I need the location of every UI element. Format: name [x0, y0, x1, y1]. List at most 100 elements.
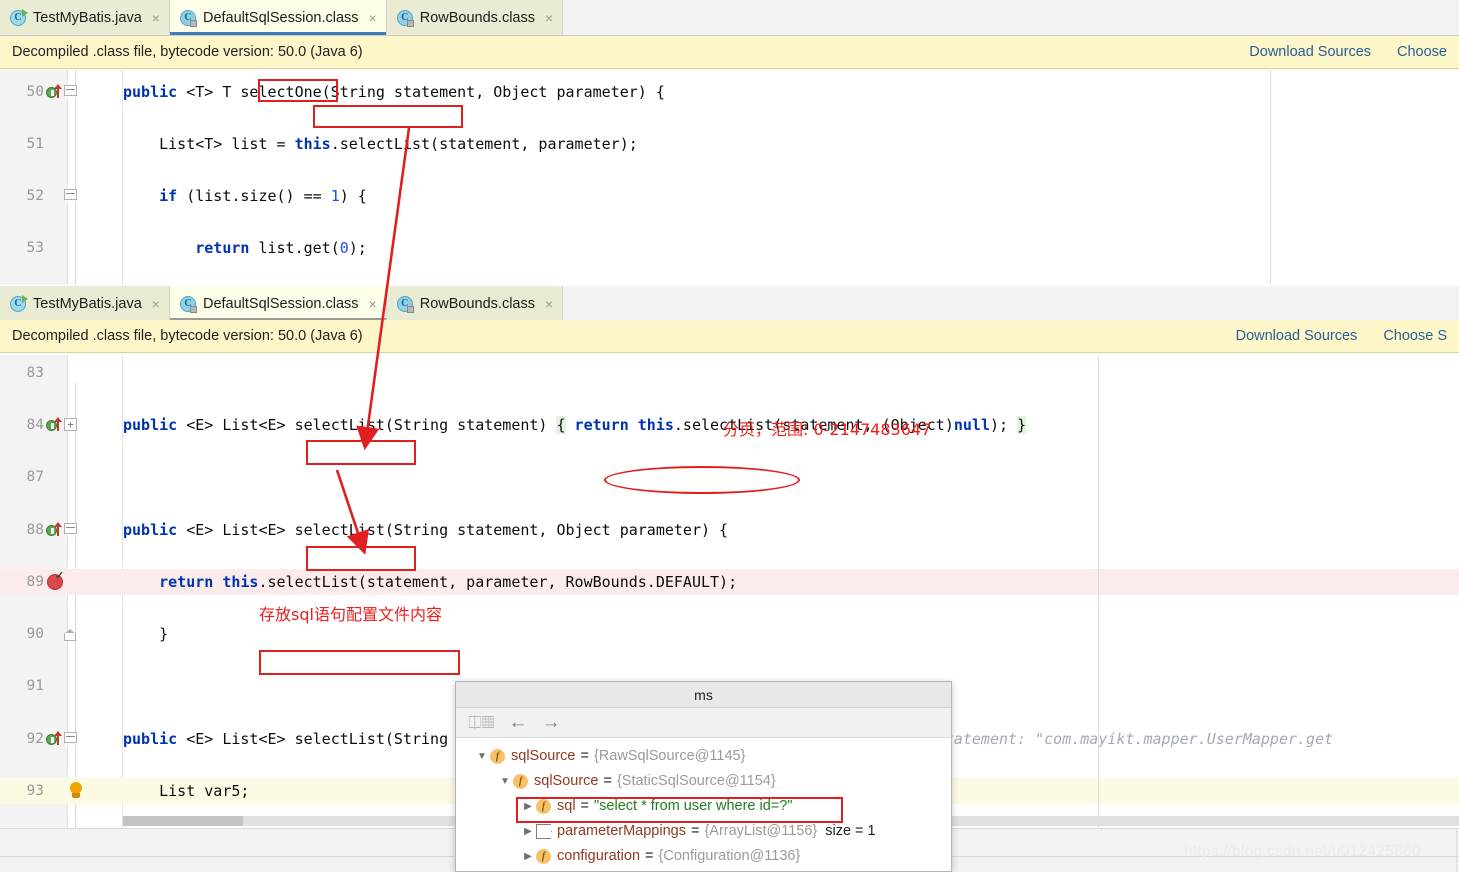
- download-sources-link[interactable]: Download Sources: [1249, 44, 1371, 60]
- code-line[interactable]: 83: [0, 360, 1459, 386]
- equals-sign: =: [580, 798, 590, 814]
- close-icon[interactable]: ×: [152, 296, 160, 312]
- class-file-icon: C: [396, 9, 414, 27]
- code-line[interactable]: 90 }: [0, 621, 1459, 647]
- line-number: 50: [26, 84, 44, 100]
- tree-row[interactable]: ▼ f sqlSource = {StaticSqlSource@1154}: [456, 769, 951, 794]
- tab-label: TestMyBatis.java: [33, 9, 142, 26]
- line-number: 53: [26, 240, 44, 256]
- twisty-icon[interactable]: ▶: [520, 844, 536, 869]
- line-number: 91: [26, 678, 44, 694]
- forward-arrow-icon[interactable]: →: [542, 713, 561, 732]
- popup-toolbar[interactable]: ⎅▦ ← →: [456, 708, 951, 738]
- decompiled-notice: Decompiled .class file, bytecode version…: [12, 44, 363, 60]
- line-number: 92: [26, 731, 44, 747]
- code-text: return this.selectList(statement, parame…: [159, 573, 738, 591]
- tab-label: DefaultSqlSession.class: [202, 9, 359, 26]
- back-arrow-icon[interactable]: ←: [509, 713, 528, 732]
- tab-label: DefaultSqlSession.class: [202, 295, 359, 312]
- tab-defaultsqlsession-class-top[interactable]: C DefaultSqlSession.class ×: [169, 0, 387, 35]
- equals-sign: =: [690, 823, 700, 839]
- fold-toggle[interactable]: +: [62, 412, 84, 438]
- equals-sign: =: [645, 848, 654, 864]
- close-icon[interactable]: ×: [152, 10, 160, 26]
- popup-tree[interactable]: ▼ f sqlSource = {RawSqlSource@1145} ▼ f …: [456, 738, 951, 869]
- code-line[interactable]: 89 ✓ return this.selectList(statement, p…: [0, 569, 1459, 595]
- code-line[interactable]: 88 public <E> List<E> selectList(String …: [0, 517, 1459, 543]
- tab-testmybatis-java-bottom[interactable]: C TestMyBatis.java ×: [0, 286, 170, 321]
- field-value: "select * from user where id=?": [594, 798, 793, 814]
- close-icon[interactable]: ×: [545, 296, 553, 312]
- field-name: configuration: [557, 848, 641, 864]
- code-line[interactable]: 53 return list.get(0);: [0, 235, 1459, 261]
- tree-row-sql[interactable]: ▶ f sql = "select * from user where id=?…: [456, 794, 951, 819]
- twisty-icon[interactable]: ▶: [520, 794, 536, 819]
- line-number: 87: [26, 469, 44, 485]
- line-number: 90: [26, 626, 44, 642]
- field-badge-icon: f: [513, 774, 528, 789]
- field-name: sql: [557, 798, 576, 814]
- tab-label: RowBounds.class: [419, 295, 535, 312]
- code-line[interactable]: 51 List<T> list = this.selectList(statem…: [0, 131, 1459, 157]
- close-icon[interactable]: ×: [545, 10, 553, 26]
- tab-rowbounds-class-bottom[interactable]: C RowBounds.class ×: [386, 286, 564, 321]
- debug-value-popup[interactable]: ms ⎅▦ ← → ▼ f sqlSource = {RawSqlSource@…: [455, 681, 952, 872]
- gutter-markers[interactable]: [46, 778, 82, 804]
- class-file-icon: C: [179, 295, 197, 313]
- twisty-icon[interactable]: ▶: [520, 819, 536, 844]
- popup-title: ms: [456, 682, 951, 708]
- tab-label: TestMyBatis.java: [33, 295, 142, 312]
- tabstrip-filler: [563, 286, 1459, 321]
- gutter-markers[interactable]: ✓: [46, 569, 68, 595]
- fold-toggle[interactable]: [62, 517, 84, 543]
- twisty-icon[interactable]: ▼: [497, 769, 513, 794]
- close-icon[interactable]: ×: [369, 296, 377, 312]
- line-number: 83: [26, 365, 44, 381]
- field-value: {RawSqlSource@1145}: [593, 748, 746, 764]
- bottom-right-divider: [1456, 828, 1457, 872]
- equals-sign: =: [580, 748, 589, 764]
- top-notification-bar: Decompiled .class file, bytecode version…: [0, 36, 1459, 69]
- line-number: 89: [26, 574, 44, 590]
- tab-testmybatis-java-top[interactable]: C TestMyBatis.java ×: [0, 0, 170, 35]
- tab-rowbounds-class-top[interactable]: C RowBounds.class ×: [386, 0, 564, 35]
- code-text: public <E> List<E> selectList(String sta…: [123, 521, 729, 539]
- fold-toggle[interactable]: [62, 79, 84, 105]
- top-code-rows: 50 public <T> T selectOne(String stateme…: [0, 70, 1459, 278]
- ide-screenshot: C TestMyBatis.java × C DefaultSqlSession…: [0, 0, 1459, 872]
- collection-badge-icon: [536, 824, 551, 839]
- field-name: sqlSource: [534, 773, 599, 789]
- code-text: public <T> T selectOne(String statement,…: [123, 83, 665, 101]
- code-text: return list.get(0);: [195, 239, 367, 257]
- copy-value-icon[interactable]: ⎅▦: [468, 714, 495, 731]
- close-icon[interactable]: ×: [369, 10, 377, 26]
- lightbulb-intention-icon: [68, 782, 84, 800]
- top-editor[interactable]: 50 public <T> T selectOne(String stateme…: [0, 70, 1459, 285]
- tree-row[interactable]: ▼ f sqlSource = {RawSqlSource@1145}: [456, 744, 951, 769]
- fold-expand-icon: +: [64, 418, 77, 431]
- code-text: if (list.size() == 1) {: [159, 187, 367, 205]
- choose-sources-link[interactable]: Choose: [1397, 44, 1447, 60]
- choose-sources-link[interactable]: Choose S: [1383, 328, 1447, 344]
- code-line[interactable]: 52 if (list.size() == 1) {: [0, 183, 1459, 209]
- tree-row[interactable]: ▶ f configuration = {Configuration@1136}: [456, 844, 951, 869]
- fold-toggle[interactable]: [62, 726, 84, 752]
- annotation-paging-note: 分页，范围: 0-2147483647: [723, 420, 932, 439]
- line-number: 93: [26, 783, 44, 799]
- horizontal-scrollbar-thumb[interactable]: [123, 816, 243, 826]
- tree-row[interactable]: ▶ parameterMappings = {ArrayList@1156} s…: [456, 819, 951, 844]
- code-line[interactable]: 87: [0, 464, 1459, 490]
- fold-toggle[interactable]: [62, 621, 84, 647]
- right-margin-guide: [1098, 355, 1099, 828]
- line-number: 52: [26, 188, 44, 204]
- code-line[interactable]: 50 public <T> T selectOne(String stateme…: [0, 79, 1459, 105]
- bottom-notification-bar: Decompiled .class file, bytecode version…: [0, 320, 1459, 353]
- annotation-sql-note: 存放sql语句配置文件内容: [259, 605, 442, 624]
- watermark-text: https://blog.csdn.net/u012425860: [1184, 843, 1421, 860]
- download-sources-link[interactable]: Download Sources: [1236, 328, 1358, 344]
- twisty-icon[interactable]: ▼: [474, 744, 490, 769]
- tab-defaultsqlsession-class-bottom[interactable]: C DefaultSqlSession.class ×: [169, 286, 387, 321]
- java-file-icon: C: [10, 8, 28, 26]
- fold-toggle[interactable]: [62, 183, 84, 209]
- java-file-icon: C: [10, 294, 28, 312]
